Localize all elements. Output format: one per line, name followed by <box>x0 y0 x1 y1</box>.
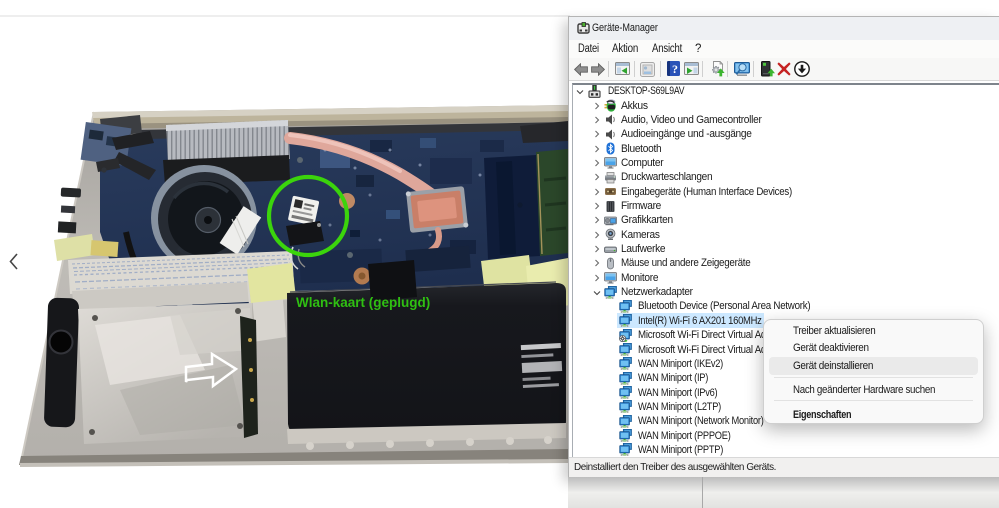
svg-text:?: ? <box>672 62 678 76</box>
svg-text:Wlan-kaart (geplugd): Wlan-kaart (geplugd) <box>296 295 430 310</box>
